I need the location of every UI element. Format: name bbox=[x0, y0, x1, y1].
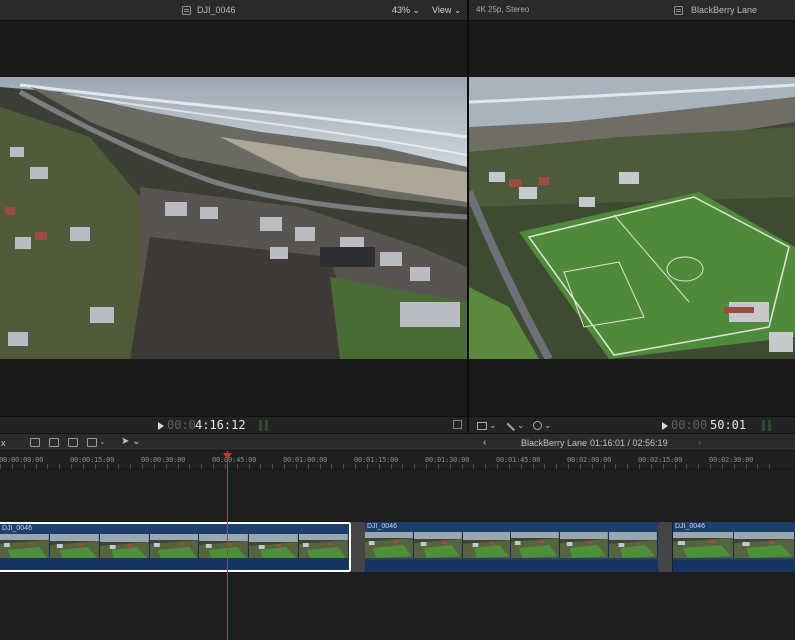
timeline-duration: 01:16:01 / 02:56:19 bbox=[590, 438, 668, 448]
ruler-tick-label: 00:00:30:00 bbox=[141, 456, 186, 464]
timeline-toolbar: x ⌄ ➤ ⌄ ‹ BlackBerry Lane 01:16:01 / 02:… bbox=[0, 433, 795, 451]
overwrite-clip-icon[interactable] bbox=[87, 438, 97, 447]
format-info: 4K 25p, Stereo bbox=[476, 5, 530, 14]
ruler-tick-label: 00:01:30:00 bbox=[425, 456, 470, 464]
timeline-project-name: BlackBerry Lane bbox=[521, 438, 588, 448]
football-pitch-frame bbox=[469, 77, 795, 359]
zoom-level-menu[interactable]: 43% ⌄ bbox=[392, 5, 420, 16]
arrow-tool-icon[interactable]: ➤ ⌄ bbox=[121, 436, 141, 447]
coastal-town-frame bbox=[0, 77, 467, 359]
timeline-clip[interactable]: DJI_0046 bbox=[365, 522, 658, 572]
ruler-tick-label: 00:00:15:00 bbox=[70, 456, 115, 464]
clip-audio-strip bbox=[0, 558, 349, 570]
enhance-wand-icon bbox=[505, 421, 515, 431]
clip-thumbnail bbox=[199, 534, 250, 560]
viewer-project-title: BlackBerry Lane bbox=[674, 5, 757, 15]
timeline-clip[interactable]: DJI_0046 bbox=[0, 522, 351, 572]
project-name: BlackBerry Lane bbox=[691, 5, 758, 15]
clip-thumbnail bbox=[49, 534, 100, 560]
ruler-tick-label: 00:00:45:00 bbox=[212, 456, 257, 464]
clip-filmstrip bbox=[673, 532, 795, 558]
project-viewer[interactable] bbox=[469, 21, 795, 416]
clip-thumbnail bbox=[511, 532, 561, 558]
forward-arrow-icon[interactable]: › bbox=[698, 437, 701, 448]
speed-gauge-icon bbox=[533, 421, 542, 430]
ruler-tick-label: 00:02:00:00 bbox=[567, 456, 612, 464]
project-viewer-transport: ⌄ ⌄ ⌄ 00:00 50:01 bbox=[469, 416, 795, 433]
ruler-tick-label: 00:01:15:00 bbox=[354, 456, 399, 464]
ruler-tick-label: 00:02:15:00 bbox=[638, 456, 683, 464]
film-icon bbox=[674, 5, 683, 15]
clip-thumbnail bbox=[365, 532, 414, 558]
clip-thumbnail bbox=[673, 532, 734, 558]
event-viewer-header: DJI_0046 43% ⌄ View ⌄ bbox=[0, 0, 467, 21]
clip-thumbnail bbox=[99, 534, 150, 560]
clip-filmstrip bbox=[0, 534, 349, 560]
clip-thumbnail bbox=[413, 532, 463, 558]
viewer-clip-title: DJI_0046 bbox=[182, 5, 236, 15]
transform-icon bbox=[477, 421, 487, 430]
audio-meter-right bbox=[265, 420, 268, 431]
back-arrow-icon[interactable]: ‹ bbox=[483, 437, 486, 448]
gap-clip[interactable] bbox=[658, 522, 672, 572]
playhead[interactable] bbox=[227, 451, 228, 640]
ruler-tick-label: 00:02:30:00 bbox=[709, 456, 754, 464]
clip-thumbnail bbox=[249, 534, 300, 560]
clip-audio-strip bbox=[673, 560, 795, 572]
enhance-menu[interactable]: ⌄ bbox=[505, 420, 525, 431]
clip-name: DJI_0046 bbox=[197, 5, 236, 15]
clip-thumbnail bbox=[734, 532, 795, 558]
timeline-clip[interactable]: DJI_0046 bbox=[673, 522, 795, 572]
clip-thumbnail bbox=[462, 532, 512, 558]
zoom-level: 43% bbox=[392, 5, 411, 15]
ruler-tick-label: 00:00:00:00 bbox=[0, 456, 44, 464]
ruler-tick-label: 00:01:45:00 bbox=[496, 456, 541, 464]
view-menu[interactable]: View ⌄ bbox=[432, 5, 461, 16]
append-clip-icon[interactable] bbox=[68, 438, 78, 447]
timecode-display[interactable]: 50:01 bbox=[710, 418, 746, 432]
fullscreen-icon[interactable] bbox=[453, 420, 462, 429]
transform-menu[interactable]: ⌄ bbox=[477, 420, 497, 431]
clip-thumbnail bbox=[299, 534, 349, 560]
timeline-clip-name: DJI_0046 bbox=[2, 525, 32, 532]
play-icon[interactable] bbox=[662, 422, 668, 430]
ruler-tick-label: 00:01:00:00 bbox=[283, 456, 328, 464]
clip-thumbnail bbox=[560, 532, 610, 558]
audio-meter-right bbox=[768, 420, 771, 431]
timeline-clip-name: DJI_0046 bbox=[675, 523, 705, 530]
clip-thumbnail bbox=[0, 534, 50, 560]
timeline-ruler[interactable]: 00:00:00:00 00:00:15:00 00:00:30:00 00:00:4… bbox=[0, 451, 795, 469]
timecode-prefix: 00:0 bbox=[167, 418, 196, 432]
audio-meter-left bbox=[259, 420, 262, 431]
clip-audio-strip bbox=[365, 560, 658, 572]
timecode-prefix: 00:00 bbox=[671, 418, 708, 432]
audio-meter-left bbox=[762, 420, 765, 431]
insert-clip-icon[interactable] bbox=[49, 438, 59, 447]
clip-filmstrip bbox=[365, 532, 658, 558]
edit-options-chevron-icon[interactable]: ⌄ bbox=[99, 437, 106, 446]
retime-menu[interactable]: ⌄ bbox=[533, 420, 552, 431]
close-index-button[interactable]: x bbox=[1, 438, 6, 448]
timeline-clip-name: DJI_0046 bbox=[367, 523, 397, 530]
view-menu-label: View bbox=[432, 5, 452, 15]
clip-thumbnail bbox=[149, 534, 200, 560]
event-viewer[interactable] bbox=[0, 21, 467, 416]
event-viewer-transport: 00:0 4:16:12 bbox=[0, 416, 467, 433]
timecode-display[interactable]: 4:16:12 bbox=[195, 418, 246, 432]
play-icon[interactable] bbox=[158, 422, 164, 430]
clip-thumbnail bbox=[609, 532, 658, 558]
film-icon bbox=[182, 5, 191, 15]
connect-clip-icon[interactable] bbox=[30, 438, 40, 447]
gap-clip[interactable] bbox=[351, 522, 365, 572]
project-viewer-header: 4K 25p, Stereo BlackBerry Lane bbox=[469, 0, 795, 21]
